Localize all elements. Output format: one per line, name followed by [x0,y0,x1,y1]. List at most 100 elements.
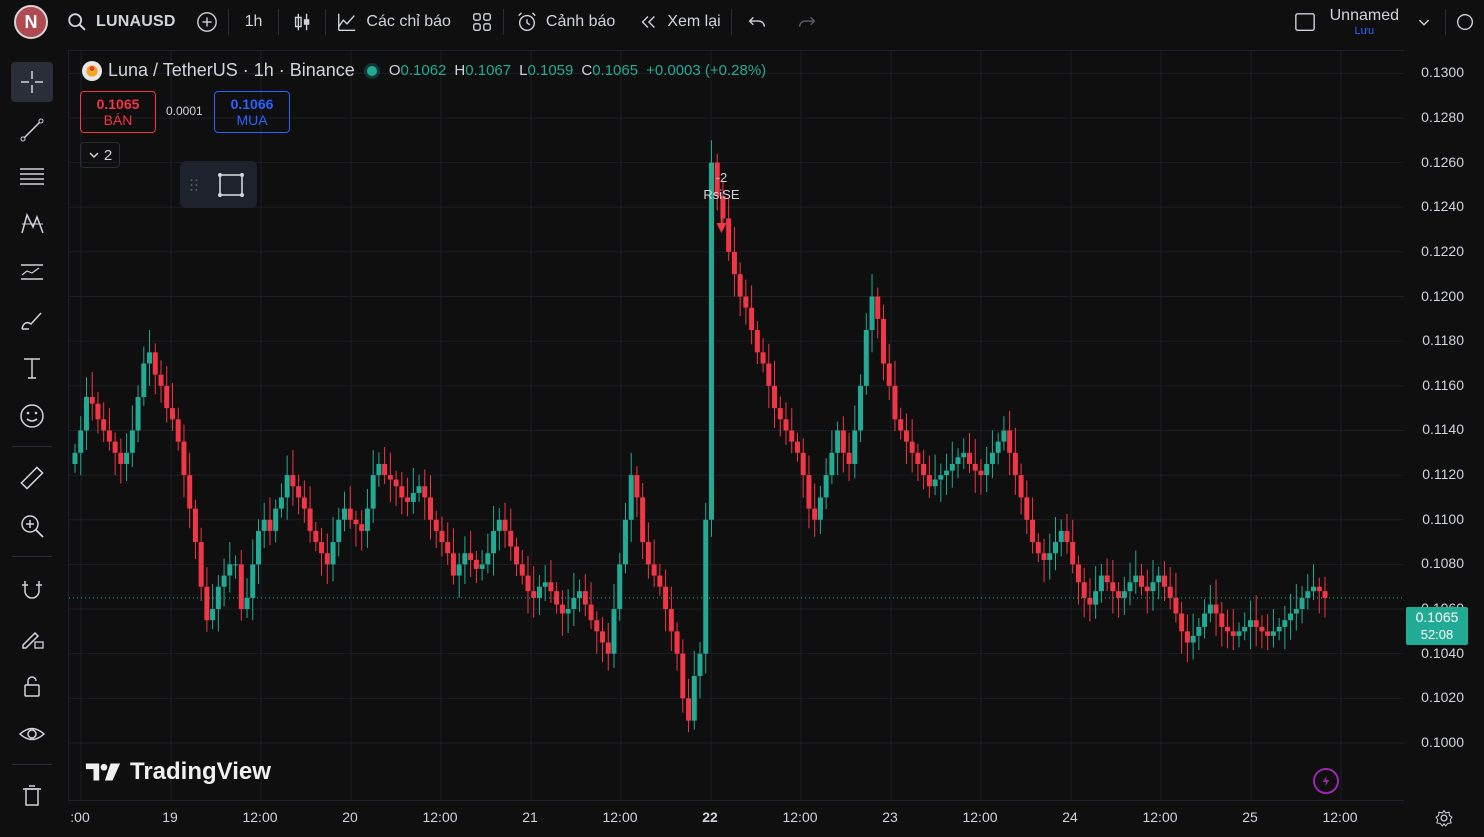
indicators-collapse-button[interactable]: 2 [80,142,120,168]
candle-body [680,653,686,699]
candle [972,438,978,493]
pattern-tool[interactable] [11,204,53,244]
compare-symbol-button[interactable] [186,0,228,44]
rectangle-select-icon[interactable] [216,170,246,200]
chart-pane[interactable]: -2 RsiSE [68,50,1405,801]
hide-drawings-tool[interactable] [11,714,53,754]
candle-body [1184,631,1190,643]
candle [949,441,955,488]
candle-body [393,479,399,487]
magnet-tool[interactable] [11,570,53,610]
quick-search-button[interactable] [1446,0,1484,44]
candle [1276,617,1282,641]
replay-button[interactable]: Xem lại [627,0,730,44]
forecast-tool[interactable] [11,252,53,292]
candlestick-chart[interactable]: -2 RsiSE [69,51,1405,801]
candle [955,448,961,479]
candle [192,499,198,560]
chevron-down-icon[interactable] [1413,11,1435,33]
sell-button[interactable]: 0.1065 BÁN [80,91,156,133]
flash-button[interactable] [1313,768,1339,794]
candle [221,558,227,607]
indicators-button[interactable]: Các chỉ báo [326,0,461,44]
candle-body [892,385,898,420]
redo-button[interactable] [782,0,832,44]
candle-body [1001,430,1007,442]
sell-price: 0.1065 [96,95,140,112]
fib-tool[interactable] [11,156,53,196]
candle [210,584,216,630]
undo-button[interactable] [732,0,782,44]
candle [852,405,858,479]
interval-button[interactable]: 1h [229,0,279,44]
price-tick: 0.1040 [1421,644,1464,661]
undo-icon [746,11,768,33]
candle-body [1305,591,1311,598]
legend-ohlc: O0.1062 H0.1067 L0.1059 C0.1065 +0.0003 … [389,62,766,79]
candle-body [1110,582,1116,592]
brush-tool[interactable] [11,300,53,340]
save-label[interactable]: Lưu [1355,25,1375,37]
candle [1230,609,1236,651]
price-tick: 0.1260 [1421,153,1464,170]
candle-body [261,519,267,531]
candle [319,527,325,576]
emoji-tool[interactable] [11,396,53,436]
ruler-tool[interactable] [11,458,53,498]
candle [686,678,692,733]
rewind-icon [637,11,659,33]
chart-type-button[interactable] [279,0,325,44]
candle [1282,605,1288,650]
candle [387,452,393,502]
candle [1081,567,1087,618]
crosshair-tool[interactable] [11,62,53,102]
candle-body [880,318,886,364]
time-tick: :00 [70,809,90,825]
candle [215,575,221,632]
symbol-search-button[interactable]: LUNAUSD [66,0,186,44]
candle [399,471,405,515]
candle [405,477,411,517]
zoom-tool[interactable] [11,506,53,546]
candle-body [886,363,892,386]
open-value: 0.1062 [400,62,447,79]
candle [989,430,995,479]
buy-button[interactable]: 0.1066 MUA [214,91,290,133]
trend-line-tool[interactable] [11,110,53,150]
alerts-button[interactable]: Cảnh báo [504,0,627,44]
lock-drawings-tool[interactable] [11,618,53,658]
price-scale[interactable]: 0.1300 0.1280 0.1260 0.1240 0.1220 0.1200 0.11… [1404,50,1484,800]
sell-label: BÁN [103,112,133,128]
candle-body [112,441,118,453]
candle-body [198,542,204,587]
spread-value: 0.0001 [166,104,203,118]
candle-body [657,575,663,587]
candle [840,416,846,473]
candle [772,360,778,428]
tradingview-watermark[interactable]: TradingView [84,758,271,786]
chevron-down-icon [89,152,99,159]
candle [565,589,571,634]
candle-body [1018,475,1024,498]
candle-body [600,631,606,643]
candle-body [405,497,411,502]
time-tick: 12:00 [1142,809,1178,825]
candle-body [307,508,313,531]
candle-body [83,396,89,431]
candle [1127,562,1133,606]
candle-body [376,463,382,476]
templates-button[interactable] [461,0,503,44]
layout-select-button[interactable]: Unnamed Lưu [1284,0,1445,44]
candle [605,622,611,671]
remove-drawings-tool[interactable] [11,776,53,816]
drag-handle-icon[interactable] [190,177,198,193]
time-scale[interactable]: :00 19 12:00 20 12:00 21 12:00 22 12:00 23 12:00 24… [68,800,1404,837]
candle [869,274,875,353]
lock-all-tool[interactable] [11,666,53,706]
candle-body [686,698,692,721]
chart-settings-corner[interactable] [1404,800,1484,837]
legend-title[interactable]: Luna / TetherUS · 1h · Binance [108,60,355,81]
text-tool[interactable] [11,348,53,388]
candle [124,433,130,481]
user-avatar[interactable]: N [14,5,48,39]
